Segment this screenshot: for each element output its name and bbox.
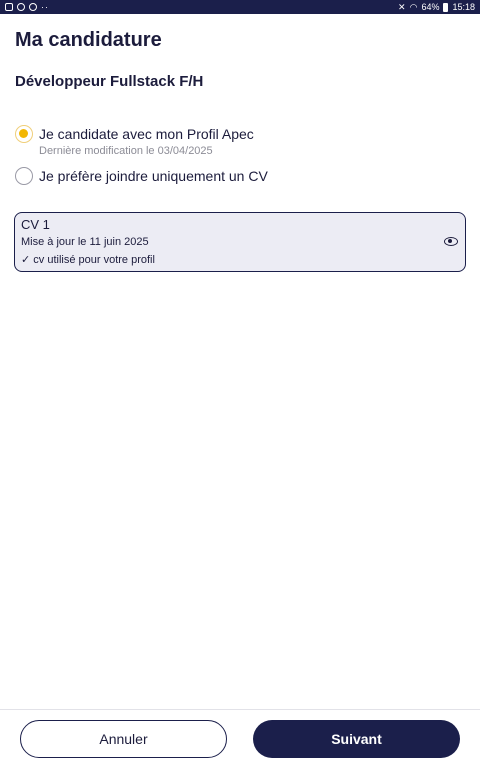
battery-icon	[443, 2, 449, 12]
footer-divider	[0, 709, 480, 710]
gallery-notification-icon	[5, 3, 13, 11]
radio-profil-apec[interactable]	[15, 125, 33, 143]
page-title: Ma candidature	[15, 29, 162, 51]
option-profil-apec[interactable]: Je candidate avec mon Profil Apec Derniè…	[15, 125, 254, 157]
option-profil-apec-sublabel: Dernière modification le 03/04/2025	[39, 145, 213, 157]
job-title: Développeur Fullstack F/H	[15, 73, 204, 90]
cv-card[interactable]: CV 1 Mise à jour le 11 juin 2025 ✓ cv ut…	[14, 212, 466, 272]
eye-icon[interactable]	[444, 237, 458, 246]
cv-updated-date: Mise à jour le 11 juin 2025	[21, 236, 149, 248]
app-notification-icon	[17, 3, 25, 11]
mute-icon: ✕	[398, 1, 406, 12]
status-bar-left: ··	[5, 2, 49, 12]
status-bar: ·· ✕ ◠ 64% 15:18	[0, 0, 480, 14]
cancel-button[interactable]: Annuler	[20, 720, 227, 758]
battery-percent: 64%	[421, 2, 440, 12]
option-cv-only-label: Je préfère joindre uniquement un CV	[39, 168, 268, 184]
option-profil-apec-label: Je candidate avec mon Profil Apec	[39, 126, 254, 142]
more-notifications-icon: ··	[41, 2, 49, 12]
option-cv-only[interactable]: Je préfère joindre uniquement un CV	[15, 167, 268, 185]
wifi-icon: ◠	[409, 1, 418, 12]
cv-usage-note: ✓ cv utilisé pour votre profil	[21, 254, 155, 266]
radio-cv-only[interactable]	[15, 167, 33, 185]
next-button[interactable]: Suivant	[253, 720, 460, 758]
app-notification-icon	[29, 3, 37, 11]
cv-title: CV 1	[21, 217, 50, 232]
status-bar-right: ✕ ◠ 64% 15:18	[398, 2, 475, 13]
clock: 15:18	[452, 2, 475, 12]
